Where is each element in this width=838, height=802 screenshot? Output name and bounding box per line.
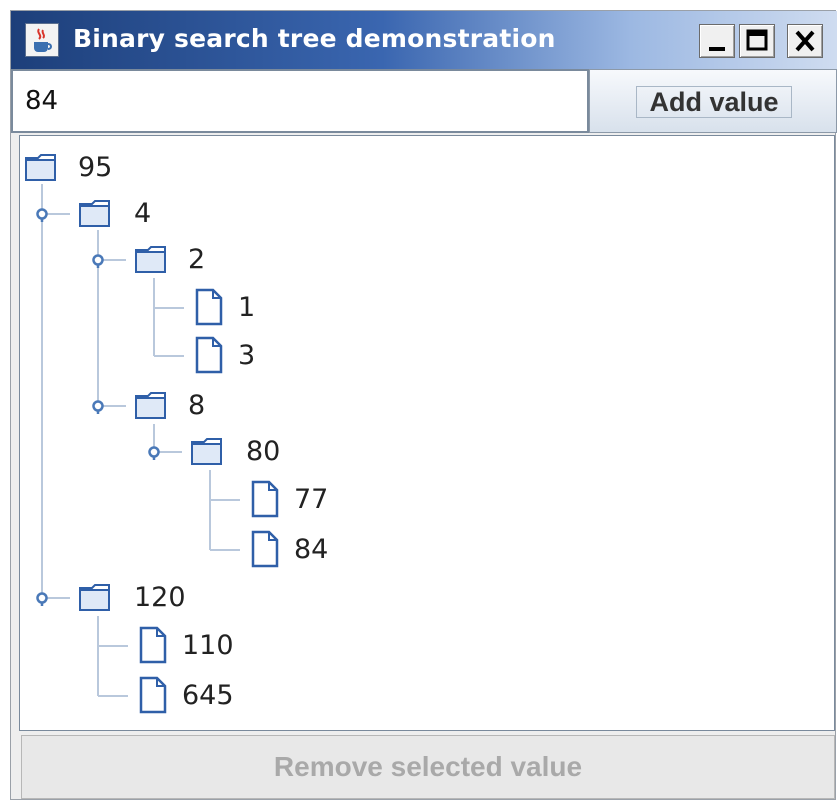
value-input[interactable] (15, 73, 575, 129)
node-label: 2 (188, 244, 206, 275)
add-value-button[interactable]: Add value (589, 69, 837, 133)
window-title: Binary search tree demonstration (73, 24, 556, 53)
expand-handle-icon[interactable] (92, 400, 106, 414)
node-label: 3 (238, 340, 256, 371)
folder-icon (135, 392, 166, 419)
node-label: 1 (238, 292, 256, 323)
folder-icon (25, 154, 56, 181)
tree-view[interactable]: 95 4 2 1 3 8 80 77 84 120 110 645 (19, 135, 835, 731)
folder-icon (79, 584, 110, 611)
node-label: 110 (182, 630, 234, 661)
expand-handle-icon[interactable] (148, 446, 162, 460)
maximize-icon (746, 29, 768, 51)
folder-icon (79, 200, 110, 227)
remove-selected-label: Remove selected value (273, 751, 583, 782)
remove-selected-button[interactable]: Remove selected value (21, 735, 835, 799)
file-icon (195, 336, 223, 374)
folder-icon (191, 438, 222, 465)
node-label: 95 (78, 152, 113, 183)
expand-handle-icon[interactable] (92, 254, 106, 268)
folder-icon (135, 246, 166, 273)
file-icon (251, 530, 279, 568)
file-icon (195, 288, 223, 326)
node-label: 4 (134, 198, 152, 229)
node-label: 77 (294, 484, 329, 515)
expand-handle-icon[interactable] (36, 208, 50, 222)
title-bar[interactable]: Binary search tree demonstration (11, 11, 837, 69)
java-cup-icon (25, 23, 59, 57)
close-button[interactable] (787, 24, 823, 58)
minimize-icon (709, 47, 725, 51)
node-label: 645 (182, 680, 234, 711)
node-label: 120 (134, 582, 186, 613)
app-window: Binary search tree demonstration Add val… (10, 10, 837, 800)
node-label: 80 (246, 436, 281, 467)
file-icon (251, 480, 279, 518)
close-icon (795, 30, 815, 52)
expand-handle-icon[interactable] (36, 592, 50, 606)
node-label: 84 (294, 534, 329, 565)
minimize-button[interactable] (699, 24, 735, 58)
file-icon (139, 626, 167, 664)
maximize-button[interactable] (739, 24, 775, 58)
add-value-label: Add value (636, 86, 792, 118)
file-icon (139, 676, 167, 714)
value-input-frame (11, 69, 589, 133)
node-label: 8 (188, 390, 206, 421)
